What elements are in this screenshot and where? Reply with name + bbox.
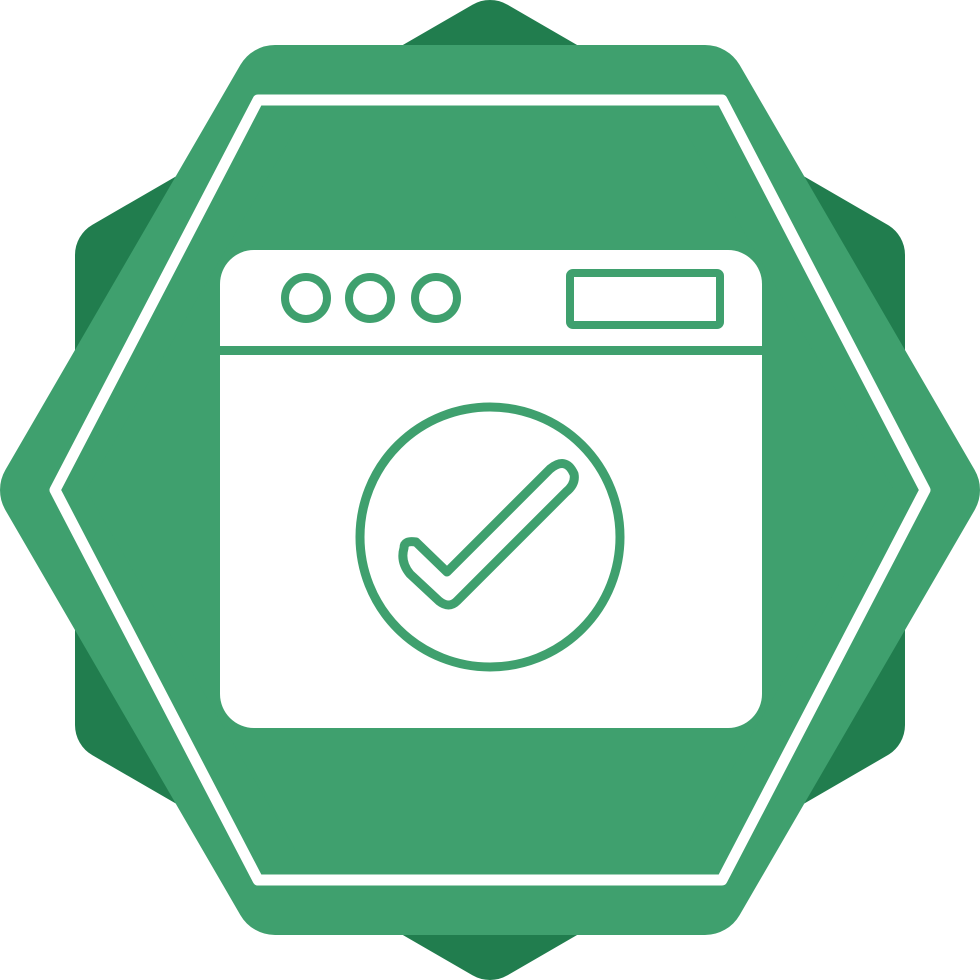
badge-svg [0,0,980,980]
badge-icon [0,0,980,980]
browser-window-icon [220,250,762,728]
toolbar-divider [220,346,762,355]
